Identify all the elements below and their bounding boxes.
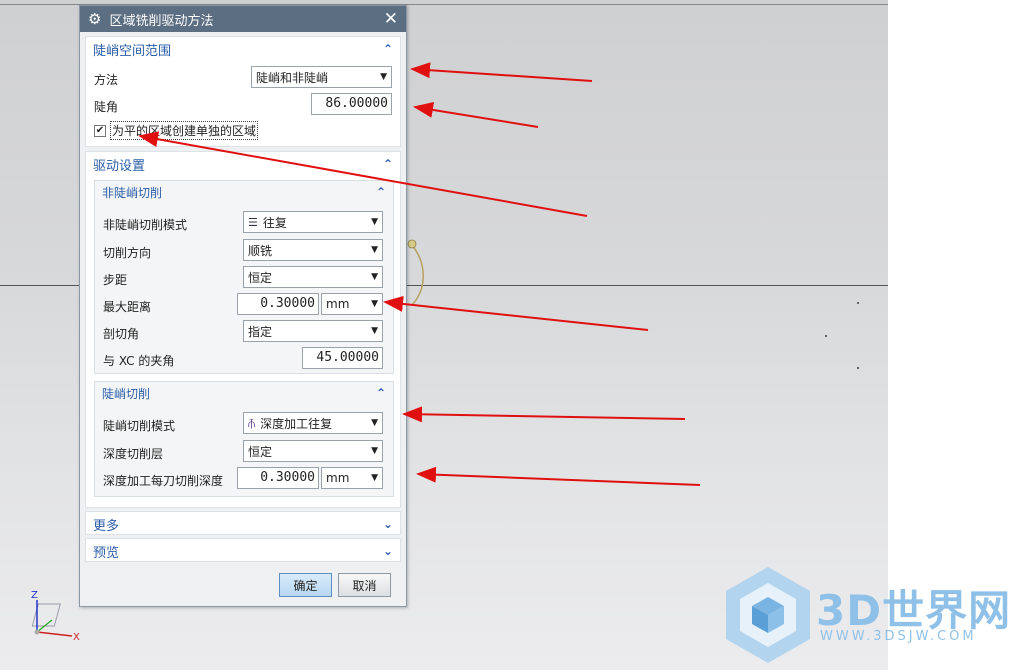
- site-logo: 3D世界网 WWW.3DSJW.COM: [722, 563, 1022, 667]
- cube-logo-icon: [726, 567, 810, 663]
- annotation-arrow: [383, 295, 649, 331]
- annotation-arrow: [416, 466, 701, 486]
- annotation-arrow: [413, 101, 539, 128]
- annotation-arrow: [138, 131, 588, 217]
- annotation-arrow: [410, 62, 593, 82]
- annotation-arrow: [402, 406, 686, 423]
- logo-url-text: WWW.3DSJW.COM: [820, 629, 977, 644]
